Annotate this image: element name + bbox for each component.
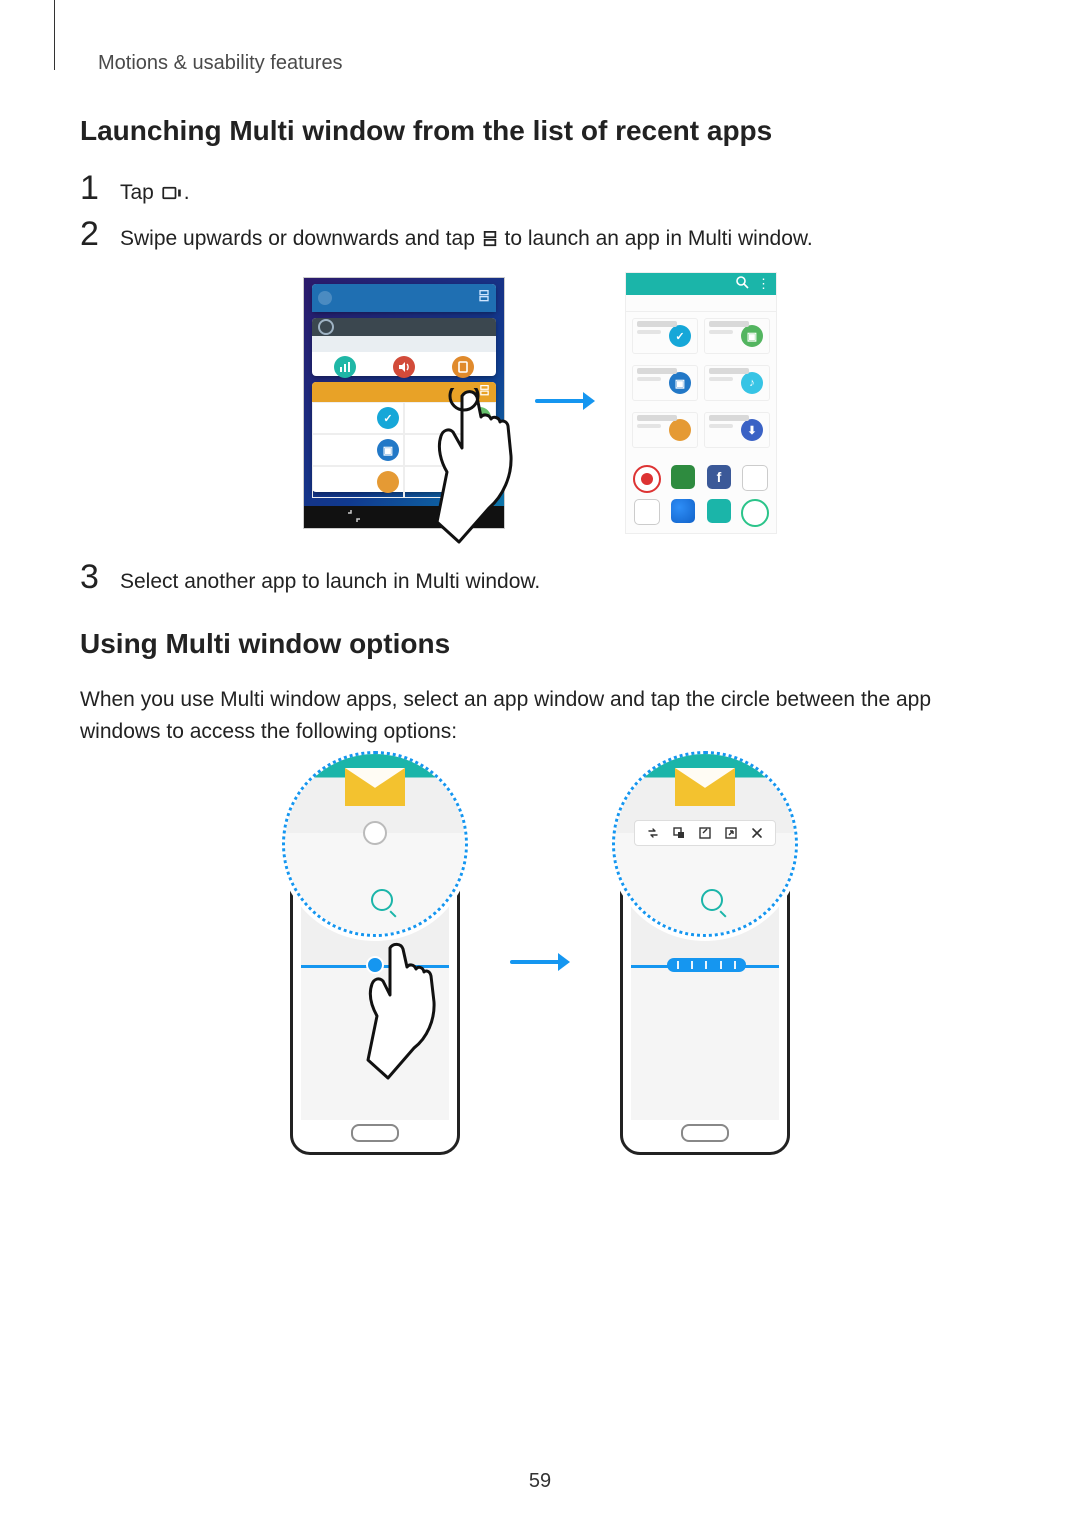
settings-icon <box>318 319 334 335</box>
app-icon-placeholder <box>318 291 332 305</box>
recent-apps-icon <box>162 178 182 192</box>
chart-icon <box>334 356 356 378</box>
section-label: Motions & usability features <box>98 52 1000 75</box>
zoom-circle-after <box>612 751 798 937</box>
step-1: 1 Tap . <box>80 171 1000 209</box>
mail-icon <box>675 768 735 806</box>
step-text: Tap <box>120 181 160 204</box>
maximize-window-icon <box>723 825 739 841</box>
step-body: Tap . <box>120 171 190 209</box>
videos-icon: ▣ <box>669 372 691 394</box>
step-number: 2 <box>80 217 120 251</box>
home-button <box>681 1124 729 1142</box>
more-icon: ⋮ <box>757 276 770 292</box>
recent-files-icon: ✓ <box>669 325 691 347</box>
images-icon: ▣ <box>741 325 763 347</box>
myfiles-topbar: ⋮ <box>626 273 776 295</box>
step-body: Select another app to launch in Multi wi… <box>120 560 540 598</box>
step-text-end: to launch an app in Multi window. <box>499 227 813 250</box>
app-evernote-icon <box>671 465 695 489</box>
multi-window-icon <box>478 289 490 307</box>
phone-after <box>600 775 810 1155</box>
phone-before <box>270 775 480 1155</box>
page-content: Launching Multi window from the list of … <box>80 115 1000 1155</box>
step-3: 3 Select another app to launch in Multi … <box>80 560 1000 598</box>
videos-icon: ▣ <box>377 439 399 461</box>
recent-apps-screenshot: ✓ ▣ ♪ <box>303 277 505 529</box>
right-arrow-icon <box>535 389 595 418</box>
step-text: Swipe upwards or downwards and tap <box>120 227 481 250</box>
step-number: 1 <box>80 171 120 205</box>
multiwindow-options-bar <box>634 820 776 846</box>
search-icon <box>371 889 393 911</box>
drag-content-icon <box>671 825 687 841</box>
app-galaxyapps-icon <box>742 465 768 491</box>
figure-multiwindow-options <box>80 775 1000 1155</box>
right-arrow-icon <box>510 950 570 979</box>
app-email-icon <box>633 465 661 493</box>
search-icon <box>701 889 723 911</box>
close-all-icon <box>347 509 361 526</box>
mail-icon <box>345 768 405 806</box>
heading-using-options: Using Multi window options <box>80 628 1000 660</box>
step-text-end: . <box>184 181 190 204</box>
sound-icon <box>393 356 415 378</box>
page-number: 59 <box>0 1470 1080 1493</box>
multi-window-icon <box>483 225 497 241</box>
documents-icon <box>669 419 691 441</box>
app-facebook-icon: f <box>707 465 731 489</box>
heading-launch-multiwindow: Launching Multi window from the list of … <box>80 115 1000 147</box>
app-internet-icon <box>671 499 695 523</box>
recent-files-icon: ✓ <box>377 407 399 429</box>
manual-page: Motions & usability features Launching M… <box>0 0 1080 1527</box>
multiwindow-options-bar <box>667 958 747 972</box>
home-button <box>351 1124 399 1142</box>
app-messages-icon <box>707 499 731 523</box>
step-number: 3 <box>80 560 120 594</box>
swap-windows-icon <box>645 825 661 841</box>
figure-launch-from-recent: ✓ ▣ ♪ <box>80 272 1000 534</box>
paragraph-options: When you use Multi window apps, select a… <box>80 684 1000 749</box>
hand-pointer-illustration <box>362 942 442 1082</box>
app-music-icon <box>741 499 769 527</box>
documents-icon <box>377 471 399 493</box>
margin-rule <box>54 0 55 70</box>
display-icon <box>452 356 474 378</box>
hand-pointer-illustration <box>428 388 518 548</box>
step-body: Swipe upwards or downwards and tap to la… <box>120 217 813 255</box>
audio-icon: ♪ <box>741 372 763 394</box>
app-chooser-screenshot: ⋮ ✓ ▣ ▣ ♪ ⬇ f <box>625 272 777 534</box>
close-window-icon <box>749 825 765 841</box>
step-2: 2 Swipe upwards or downwards and tap to … <box>80 217 1000 255</box>
search-icon <box>736 276 749 292</box>
downloaded-icon: ⬇ <box>741 419 763 441</box>
zoom-circle-before <box>282 751 468 937</box>
minimize-window-icon <box>697 825 713 841</box>
multiwindow-handle-icon <box>363 821 387 845</box>
app-gallery-icon <box>634 499 660 525</box>
